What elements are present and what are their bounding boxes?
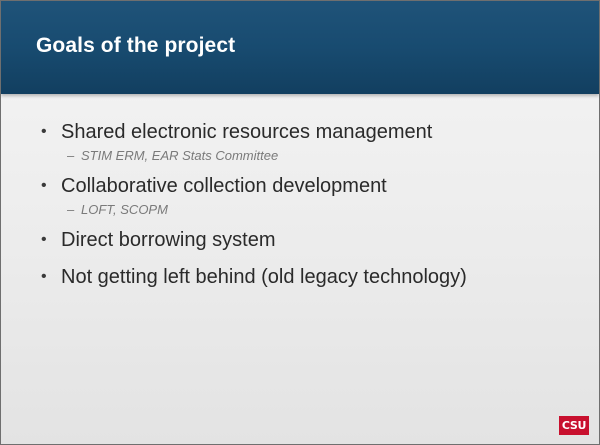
bullet-item: • Direct borrowing system: [41, 227, 586, 253]
bullet-icon: •: [41, 177, 47, 194]
bullet-text: Collaborative collection development: [61, 175, 387, 197]
bullet-text: Direct borrowing system: [61, 229, 276, 251]
dash-icon: –: [67, 202, 75, 217]
title-bar: Goals of the project: [1, 1, 599, 94]
bullet-icon: •: [41, 268, 47, 285]
sub-bullet-text: LOFT, SCOPM: [81, 202, 168, 217]
bullet-icon: •: [41, 123, 47, 140]
dash-icon: –: [67, 148, 75, 163]
bullet-item: • Not getting left behind (old legacy te…: [41, 264, 586, 290]
sub-bullet-text: STIM ERM, EAR Stats Committee: [81, 148, 279, 163]
bullet-item: • Shared electronic resources management: [41, 119, 586, 145]
bullet-list: • Shared electronic resources management…: [41, 119, 586, 290]
bullet-text: Shared electronic resources management: [61, 121, 433, 143]
sub-bullet-item: – LOFT, SCOPM: [41, 201, 586, 219]
bullet-item: • Collaborative collection development: [41, 173, 586, 199]
bullet-text: Not getting left behind (old legacy tech…: [61, 266, 467, 288]
slide: Goals of the project • Shared electronic…: [0, 0, 600, 445]
slide-title: Goals of the project: [36, 34, 236, 57]
sub-bullet-item: – STIM ERM, EAR Stats Committee: [41, 147, 586, 165]
bullet-icon: •: [41, 231, 47, 248]
csu-logo: CSU: [559, 416, 589, 435]
